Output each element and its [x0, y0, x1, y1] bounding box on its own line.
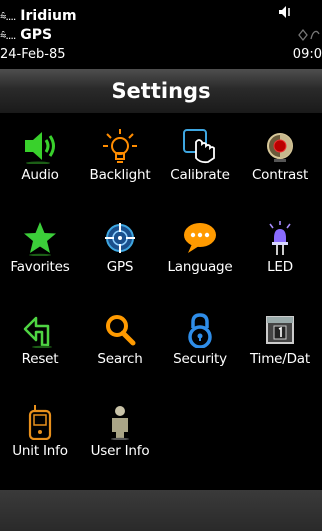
reset-arrow-icon [23, 316, 52, 348]
led-tile[interactable]: LED [240, 205, 320, 295]
title-bar: Settings [0, 69, 322, 113]
speech-bubble-icon [184, 223, 216, 253]
gps-label: GPS [106, 259, 134, 275]
time-label: 09:0 [292, 47, 322, 62]
speaker-icon [25, 132, 55, 164]
favorites-tile[interactable]: Favorites [0, 205, 80, 295]
satellite-signal-icon: ⩯.... [0, 10, 16, 23]
user-info-label: User Info [90, 443, 150, 459]
gps-label: GPS [20, 27, 53, 43]
contrast-tile[interactable]: Contrast [240, 113, 320, 203]
led-lamp-icon [269, 221, 291, 255]
iridium-label: Iridium [20, 8, 77, 24]
backlight-tile[interactable]: Backlight [80, 113, 160, 203]
handheld-device-icon [28, 405, 52, 440]
security-tile[interactable]: Security [160, 297, 240, 387]
audio-tile[interactable]: Audio [0, 113, 80, 203]
magnifier-icon [106, 315, 136, 346]
gps-tile[interactable]: GPS [80, 205, 160, 295]
gps-signal-icon: ⩯.... [0, 29, 16, 42]
person-icon [111, 406, 129, 440]
reset-tile[interactable]: Reset [0, 297, 80, 387]
calendar-icon [266, 316, 294, 344]
security-label: Security [173, 351, 227, 367]
search-tile[interactable]: Search [80, 297, 160, 387]
settings-grid: Audio Backlight Calibrate Contrast Favor… [0, 113, 322, 490]
contrast-label: Contrast [251, 167, 309, 183]
language-label: Language [167, 259, 233, 275]
iridium-status: ⩯.... Iridium [0, 8, 77, 25]
bottom-bar [0, 490, 322, 531]
date-label: 24-Feb-85 [0, 47, 66, 62]
time-date-label: Time/Dat [250, 351, 310, 367]
backlight-label: Backlight [89, 167, 151, 183]
contrast-icon [267, 133, 293, 162]
search-label: Search [97, 351, 143, 367]
route-icon [298, 28, 320, 42]
lightbulb-icon [103, 129, 137, 163]
language-tile[interactable]: Language [160, 205, 240, 295]
touch-hand-icon [183, 129, 215, 164]
calibrate-tile[interactable]: Calibrate [160, 113, 240, 203]
unit-info-tile[interactable]: Unit Info [0, 389, 80, 479]
calibrate-label: Calibrate [170, 167, 230, 183]
time-date-tile[interactable]: Time/Dat [240, 297, 320, 387]
padlock-icon [188, 313, 212, 348]
led-label: LED [267, 259, 293, 275]
page-title: Settings [111, 79, 211, 103]
star-icon [24, 222, 56, 256]
gps-crosshair-icon [105, 223, 135, 253]
gps-status: ⩯.... GPS [0, 27, 52, 44]
status-bar: ⩯.... Iridium ⩯.... GPS 24-Feb-85 09:0 [0, 0, 322, 69]
volume-icon[interactable] [278, 6, 292, 18]
user-info-tile[interactable]: User Info [80, 389, 160, 479]
